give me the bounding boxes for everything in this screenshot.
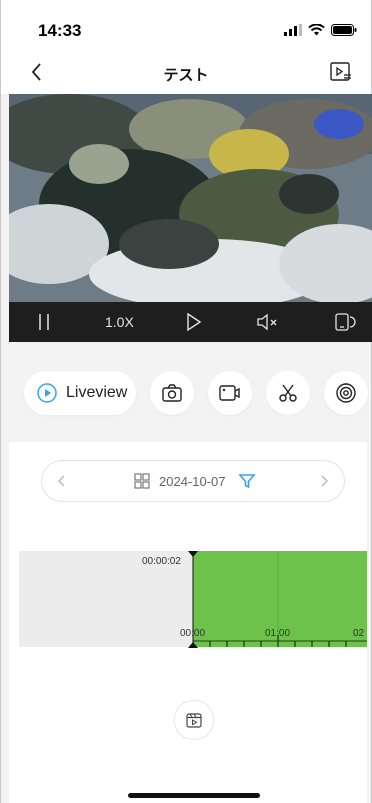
selected-date[interactable]: 2024-10-07 [159, 474, 226, 489]
timeline-tick-label: 02 [353, 628, 365, 639]
status-icons [284, 24, 357, 36]
fullscreen-rotate-icon[interactable] [333, 311, 357, 333]
wifi-icon [308, 24, 325, 36]
snapshot-button[interactable] [150, 371, 194, 415]
status-bar: 14:33 [1, 0, 371, 52]
page-title: テスト [163, 67, 209, 84]
home-indicator [128, 793, 260, 798]
app-frame: 14:33 テスト 1.0X Liveview 2024-10-07 00:00… [0, 0, 372, 803]
pause-icon[interactable] [33, 311, 55, 333]
battery-icon [331, 24, 357, 36]
liveview-label: Liveview [66, 384, 128, 401]
video-clip-icon [186, 713, 202, 728]
camera-icon [162, 384, 182, 402]
status-time: 14:33 [38, 21, 82, 40]
nav-bar: テスト [1, 52, 371, 94]
recordings-button[interactable] [174, 700, 214, 740]
play-next-icon[interactable] [183, 311, 205, 333]
timeline-tick-label: 01:00 [265, 628, 291, 639]
liveview-icon [37, 383, 57, 403]
chevron-left-icon[interactable] [56, 473, 68, 489]
chevron-right-icon[interactable] [318, 473, 330, 489]
video-player[interactable] [9, 94, 372, 302]
signal-icon [284, 24, 302, 36]
filter-icon[interactable] [238, 472, 256, 490]
clip-button[interactable] [266, 371, 310, 415]
liveview-button[interactable]: Liveview [24, 371, 136, 415]
video-frame-image [9, 94, 372, 302]
record-video-button[interactable] [208, 371, 252, 415]
scissors-icon [279, 384, 297, 402]
video-record-icon [219, 385, 240, 401]
calendar-grid-icon[interactable] [134, 473, 150, 489]
playlist-icon[interactable] [329, 60, 353, 84]
date-selector: 2024-10-07 [41, 460, 345, 502]
playback-speed-button[interactable]: 1.0X [105, 314, 134, 330]
mute-icon[interactable] [255, 311, 281, 333]
timeline-tick-label: 00:00 [180, 628, 206, 639]
panorama-icon [336, 383, 356, 403]
player-control-bar: 1.0X [9, 302, 372, 342]
panorama-button[interactable] [324, 371, 368, 415]
